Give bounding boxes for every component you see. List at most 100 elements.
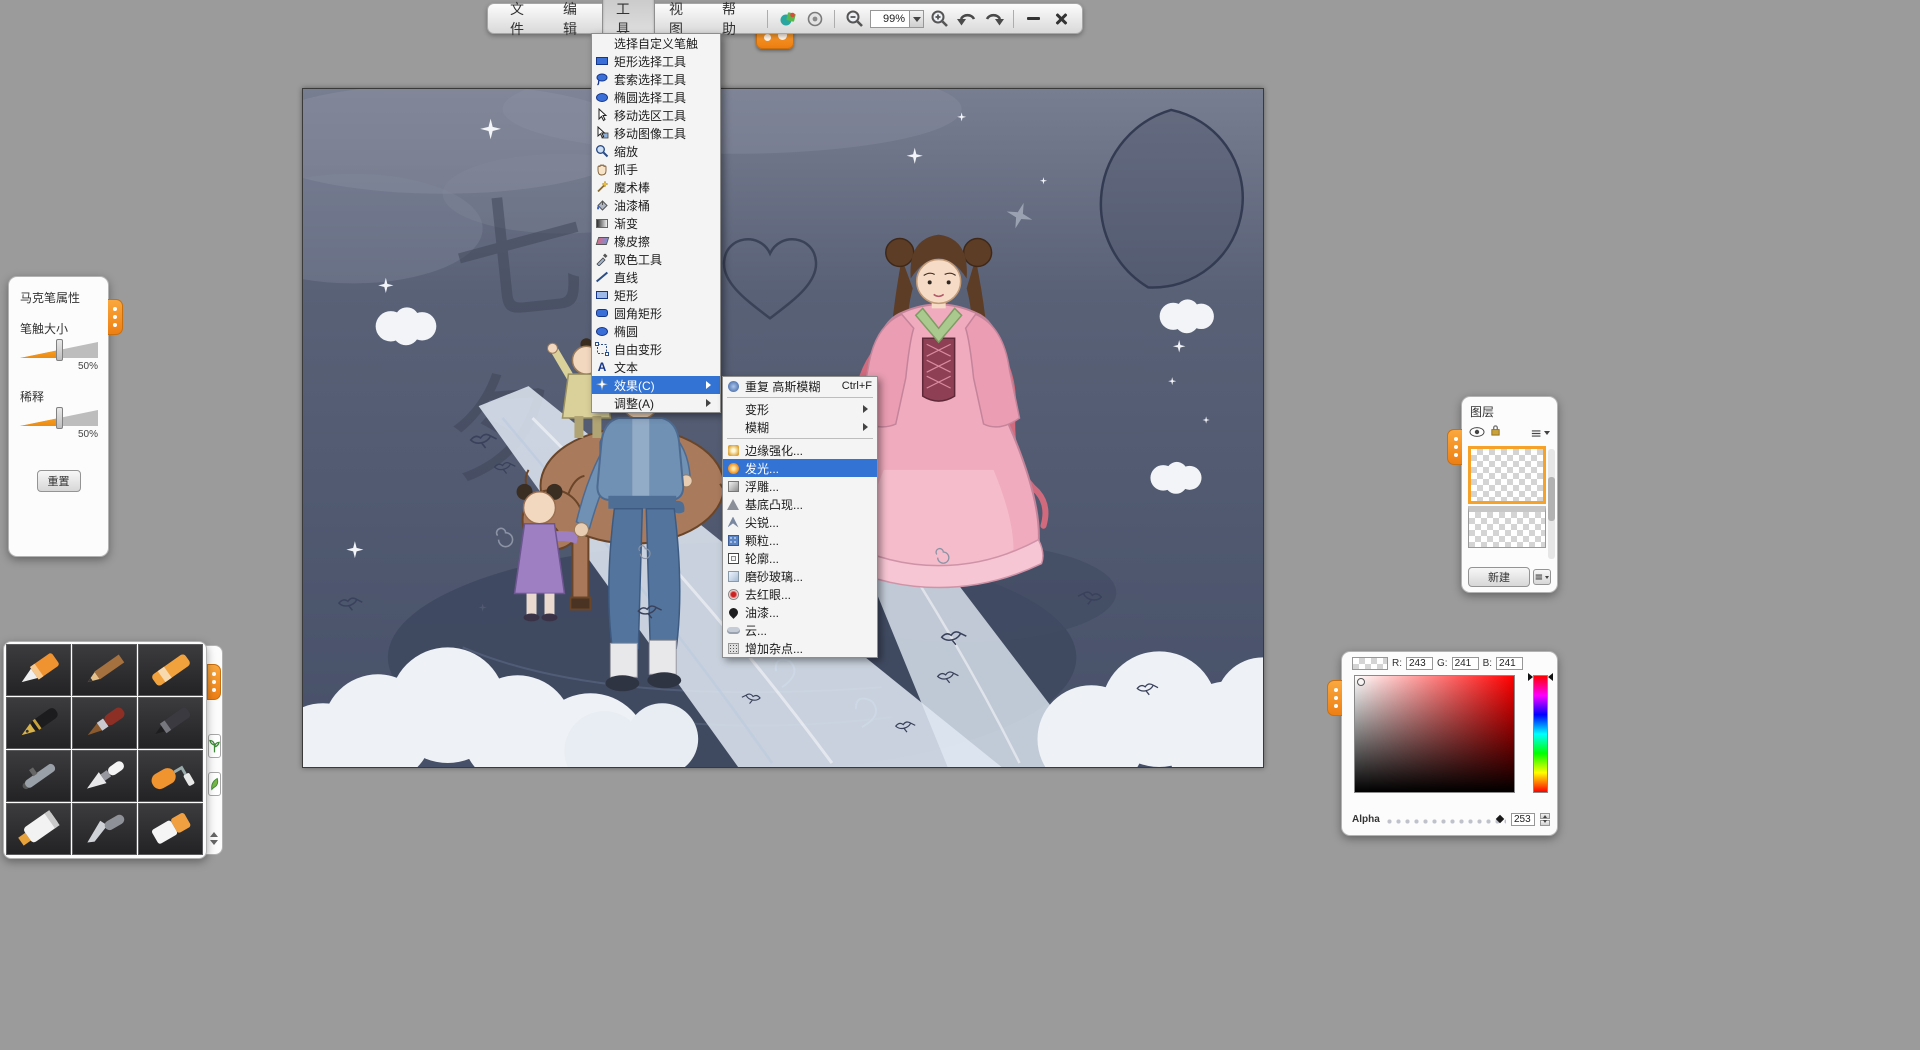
tool-chalk[interactable] — [138, 644, 203, 696]
new-layer-options-button[interactable] — [1533, 569, 1551, 585]
tool-pencil[interactable] — [72, 644, 137, 696]
menu-item-gradient[interactable]: 渐变 — [592, 214, 720, 232]
zoom-dropdown-button[interactable] — [910, 10, 924, 28]
tool-crayon[interactable] — [6, 644, 71, 696]
menu-item-clouds[interactable]: 云... — [723, 621, 877, 639]
panel-title: 马克笔属性 — [20, 289, 97, 306]
tracing-toggle-button[interactable] — [208, 734, 221, 758]
r-input[interactable] — [1406, 657, 1433, 670]
alpha-stepper[interactable] — [1540, 813, 1550, 826]
menu-item-adjust[interactable]: 调整(A) — [592, 394, 720, 412]
tool-blade-knife[interactable] — [72, 803, 137, 855]
grain-icon — [726, 533, 740, 547]
menu-item-grain[interactable]: 颗粒... — [723, 531, 877, 549]
menu-item-rounded-rectangle[interactable]: 圆角矩形 — [592, 304, 720, 322]
menu-item-free-transform[interactable]: 自由变形 — [592, 340, 720, 358]
menu-item-eraser[interactable]: 橡皮擦 — [592, 232, 720, 250]
menu-item-move-selection[interactable]: 移动选区工具 — [592, 106, 720, 124]
alpha-input[interactable] — [1511, 813, 1535, 826]
current-color-swatch[interactable] — [1352, 657, 1388, 670]
stencil-button[interactable] — [801, 7, 828, 31]
menu-item-sharpen[interactable]: 尖锐... — [723, 513, 877, 531]
hue-slider[interactable] — [1533, 675, 1548, 793]
menu-item-color-picker[interactable]: 取色工具 — [592, 250, 720, 268]
layer-menu-button[interactable] — [1531, 428, 1550, 438]
menu-item-paint[interactable]: 油漆... — [723, 603, 877, 621]
menu-item-effects[interactable]: 效果(C) — [592, 376, 720, 394]
tool-oil-brush[interactable] — [72, 697, 137, 749]
menu-item-emboss[interactable]: 浮雕... — [723, 477, 877, 495]
layer-item[interactable] — [1468, 506, 1546, 548]
new-layer-button[interactable]: 新建 — [1468, 567, 1530, 587]
tool-paint-roller[interactable] — [138, 750, 203, 802]
menu-item-text[interactable]: A文本 — [592, 358, 720, 376]
menu-item-warp[interactable]: 变形 — [723, 400, 877, 418]
tool-ink-pen[interactable] — [6, 697, 71, 749]
menu-item-zoom[interactable]: 缩放 — [592, 142, 720, 160]
menu-item-custom-brush[interactable]: 选择自定义笔触 — [592, 34, 720, 52]
panel-handle[interactable] — [1327, 680, 1342, 716]
layers-scrollbar[interactable] — [1548, 449, 1555, 559]
b-input[interactable] — [1496, 657, 1523, 670]
menu-item-frosted-glass[interactable]: 磨砂玻璃... — [723, 567, 877, 585]
saturation-value-picker[interactable] — [1354, 675, 1515, 793]
alpha-marker[interactable] — [1496, 814, 1504, 822]
visibility-toggle[interactable] — [1469, 424, 1485, 442]
zoom-out-button[interactable] — [841, 7, 868, 31]
menu-item-rect-select[interactable]: 矩形选择工具 — [592, 52, 720, 70]
menu-item-paint-bucket[interactable]: 油漆桶 — [592, 196, 720, 214]
layer-item-selected[interactable] — [1468, 446, 1546, 504]
minimize-button[interactable] — [1020, 7, 1047, 31]
alpha-slider[interactable] — [1385, 815, 1506, 824]
menu-item-ellipse-select[interactable]: 椭圆选择工具 — [592, 88, 720, 106]
menu-item-glow[interactable]: 发光... — [723, 459, 877, 477]
reference-toggle-button[interactable] — [208, 772, 221, 796]
menu-item-edge-enhance[interactable]: 边缘强化... — [723, 441, 877, 459]
slider-thumb[interactable] — [56, 407, 63, 429]
zoom-level-select[interactable]: 99% — [870, 10, 924, 28]
menu-item-contour[interactable]: 轮廓... — [723, 549, 877, 567]
menu-item-blur[interactable]: 模糊 — [723, 418, 877, 436]
menu-item-repeat-gaussian-blur[interactable]: 重复 高斯模糊Ctrl+F — [723, 377, 877, 395]
menu-item-pan[interactable]: 抓手 — [592, 160, 720, 178]
menu-item-bas-relief[interactable]: 基底凸现... — [723, 495, 877, 513]
stepper-down-button[interactable] — [1540, 820, 1550, 826]
menu-item-red-eye-removal[interactable]: 去红眼... — [723, 585, 877, 603]
menu-item-ellipse[interactable]: 椭圆 — [592, 322, 720, 340]
brush-size-label: 笔触大小 — [20, 320, 97, 337]
leaf-icon — [209, 776, 220, 792]
slider-thumb[interactable] — [56, 339, 63, 361]
tool-felt-marker[interactable] — [138, 697, 203, 749]
menu-item-rectangle[interactable]: 矩形 — [592, 286, 720, 304]
reset-button[interactable]: 重置 — [37, 470, 81, 492]
close-button[interactable] — [1047, 7, 1074, 31]
palette-handle[interactable] — [207, 664, 221, 700]
panel-handle[interactable] — [1447, 429, 1462, 465]
stepper-up-button[interactable] — [1540, 813, 1550, 819]
menu-item-line[interactable]: 直线 — [592, 268, 720, 286]
bas-relief-icon — [726, 497, 740, 511]
palette-scroll[interactable] — [210, 828, 218, 849]
blank-icon — [726, 420, 740, 434]
menu-separator — [727, 397, 873, 398]
felt-marker-icon — [142, 700, 200, 746]
thinner-slider[interactable] — [20, 410, 98, 426]
menu-item-magic-wand[interactable]: 魔术棒 — [592, 178, 720, 196]
g-input[interactable] — [1452, 657, 1479, 670]
zoom-in-button[interactable] — [926, 7, 953, 31]
tool-airbrush[interactable] — [6, 750, 71, 802]
menu-item-add-noise[interactable]: 增加杂点... — [723, 639, 877, 657]
undo-button[interactable] — [953, 7, 980, 31]
menu-file[interactable]: 文件 — [496, 0, 549, 43]
tool-palette-knife[interactable] — [72, 750, 137, 802]
lock-toggle[interactable] — [1490, 424, 1501, 442]
tool-eraser[interactable] — [138, 803, 203, 855]
redo-button[interactable] — [980, 7, 1007, 31]
panel-handle[interactable] — [108, 299, 123, 335]
tool-paint-tube[interactable] — [6, 803, 71, 855]
menu-item-move-image[interactable]: 移动图像工具 — [592, 124, 720, 142]
menu-item-lasso-select[interactable]: 套索选择工具 — [592, 70, 720, 88]
brush-size-slider[interactable] — [20, 342, 98, 358]
color-marker[interactable] — [1357, 678, 1365, 686]
color-samples-button[interactable] — [774, 7, 801, 31]
